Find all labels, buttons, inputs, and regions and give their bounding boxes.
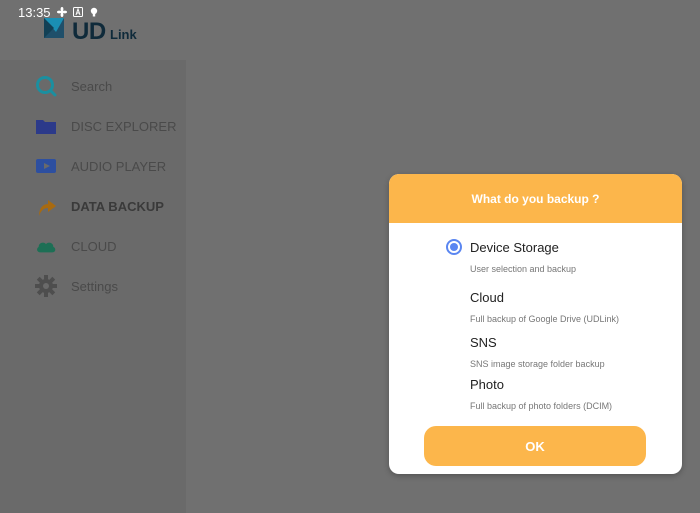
sidebar-item-label: AUDIO PLAYER [71, 158, 167, 174]
option-title: Device Storage [470, 240, 559, 255]
ok-button[interactable]: OK [424, 426, 646, 466]
logo-ud-text: UD [72, 18, 106, 45]
option-desc: Full backup of Google Drive (UDLink) [470, 314, 620, 324]
option-title: Photo [470, 377, 504, 392]
option-title: Cloud [470, 290, 504, 305]
option-desc: SNS image storage folder backup [470, 359, 605, 369]
sidebar-item-label: DATA BACKUP [71, 198, 164, 214]
option-device-storage[interactable]: Device Storage User selection and backup [470, 240, 576, 274]
search-icon [35, 75, 57, 97]
sidebar-item-label: Settings [71, 278, 118, 294]
option-desc: User selection and backup [470, 264, 577, 274]
radio-device-storage[interactable] [446, 239, 462, 255]
gear-icon [35, 275, 57, 297]
logo-mark-icon [44, 18, 64, 38]
logo-link-text: Link [110, 27, 137, 42]
dialog-header: What do you backup ? [389, 174, 682, 223]
udlink-logo: UD Link [42, 14, 142, 45]
backup-arrow-icon [35, 195, 57, 217]
backup-dialog: What do you backup ? Device Storage User… [389, 174, 682, 474]
option-title: SNS [470, 335, 497, 350]
sidebar-item-search[interactable]: Search [0, 66, 186, 106]
sidebar-item-audio-player[interactable]: AUDIO PLAYER [0, 146, 186, 186]
sidebar-item-disc-explorer[interactable]: DISC EXPLORER [0, 106, 186, 146]
sidebar-menu: Search DISC EXPLORER AUDIO PLAYER DATA B… [0, 66, 186, 306]
sidebar-item-label: CLOUD [71, 238, 117, 254]
play-icon [35, 155, 57, 177]
option-photo[interactable]: Photo Full backup of photo folders (DCIM… [470, 377, 612, 411]
option-desc: Full backup of photo folders (DCIM) [470, 401, 613, 411]
option-sns[interactable]: SNS SNS image storage folder backup [470, 335, 605, 369]
sidebar-item-label: DISC EXPLORER [71, 118, 177, 134]
option-cloud[interactable]: Cloud Full backup of Google Drive (UDLin… [470, 290, 619, 324]
folder-icon [35, 115, 57, 137]
radio-selected-dot [450, 243, 458, 251]
cloud-icon [35, 235, 57, 257]
sidebar-item-label: Search [71, 78, 113, 94]
dialog-title: What do you backup ? [471, 191, 600, 206]
sidebar-item-data-backup[interactable]: DATA BACKUP [0, 186, 186, 226]
sidebar-item-settings[interactable]: Settings [0, 266, 186, 306]
sidebar-item-cloud[interactable]: CLOUD [0, 226, 186, 266]
